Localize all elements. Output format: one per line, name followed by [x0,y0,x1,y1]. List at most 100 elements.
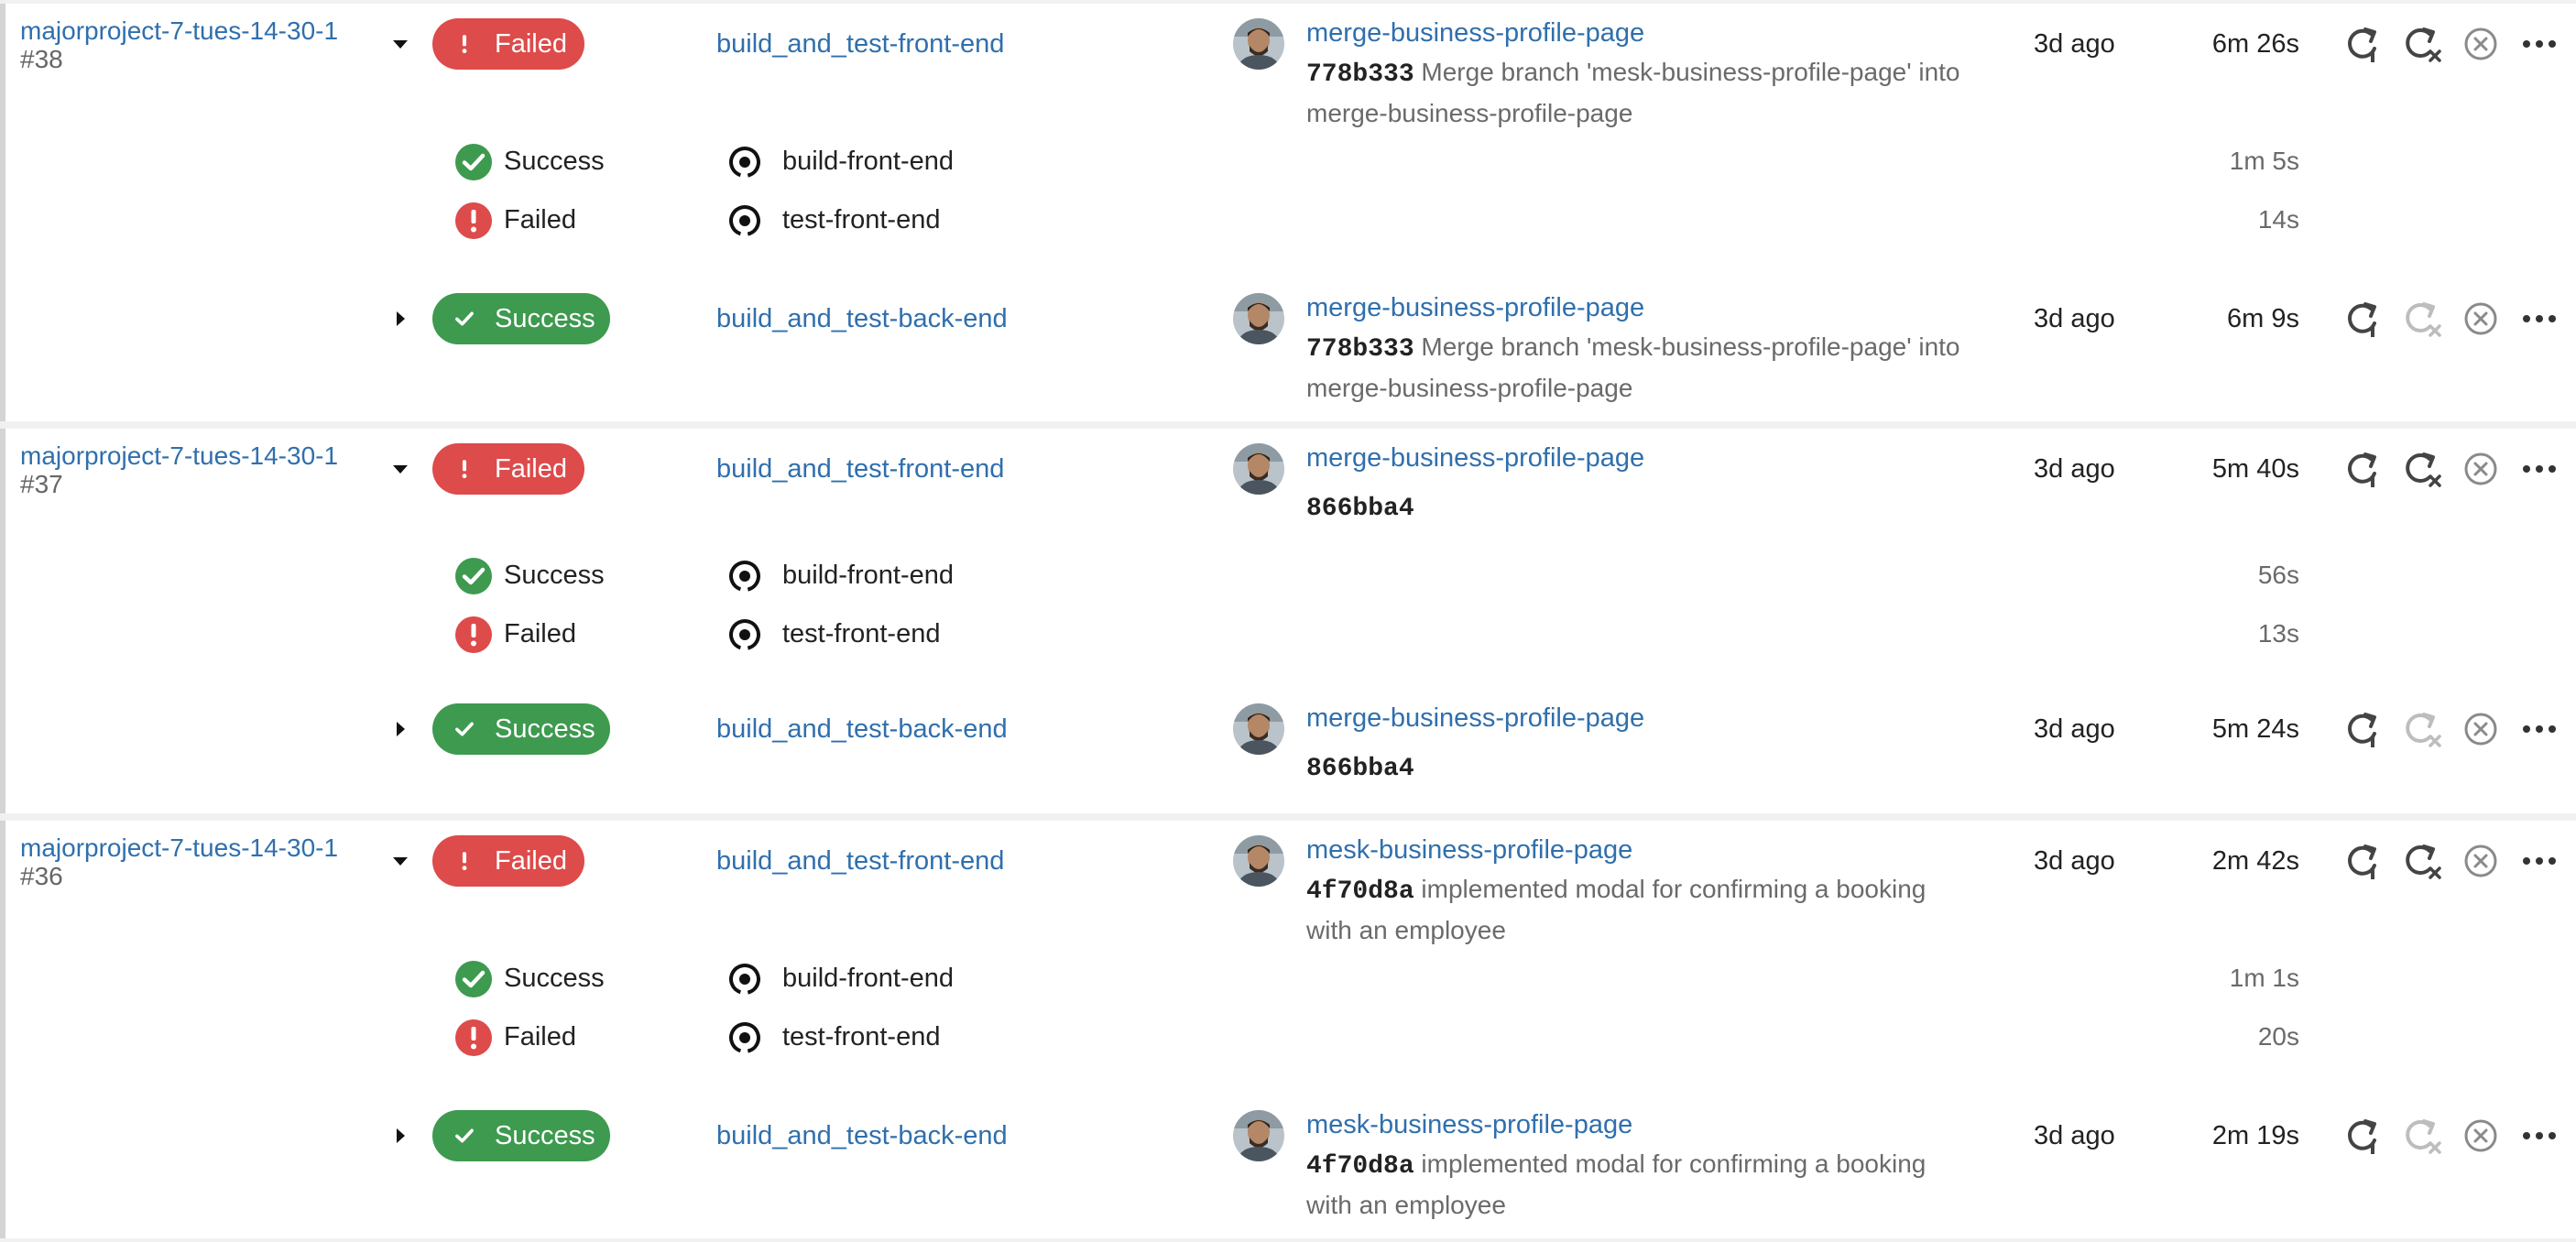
more-icon[interactable] [2519,449,2560,489]
stage-link[interactable]: test-front-end [782,205,940,235]
stage-icon [726,960,764,998]
branch-link[interactable]: merge-business-profile-page [1306,703,1644,734]
pipeline-name[interactable]: majorproject-7-tues-14-30-1 [20,833,338,862]
avatar [1233,293,1284,344]
stage-status-label: Success [504,964,605,993]
failed-status-icon [449,453,480,485]
rerun-failed-icon[interactable] [2402,709,2442,749]
front-end-status-badge[interactable]: Failed [432,835,584,887]
job-link[interactable]: build_and_test-front-end [716,846,1004,877]
chevron-down-icon[interactable] [390,459,410,479]
stage-duration: 20s [2257,1022,2299,1051]
stage-icon [726,616,764,654]
chevron-down-icon[interactable] [390,851,410,871]
job-link[interactable]: build_and_test-front-end [716,29,1004,60]
branch-link[interactable]: merge-business-profile-page [1306,18,1644,49]
back-end-status-badge[interactable]: Success [432,293,610,344]
rerun-failed-icon[interactable] [2402,841,2442,881]
commit-sha[interactable]: 778b333 [1306,335,1414,364]
success-status-icon [454,960,493,998]
rerun-failed-icon[interactable] [2402,449,2442,489]
pipeline-run-link[interactable]: majorproject-7-tues-14-30-1 #37 [20,441,350,498]
relative-time: 3d ago [2034,29,2115,59]
rerun-icon[interactable] [2343,1116,2384,1156]
stage-status-label: Success [504,561,605,590]
cancel-icon[interactable] [2461,841,2501,881]
stage-status-label: Failed [504,619,576,648]
rerun-icon[interactable] [2343,299,2384,339]
commit-sha[interactable]: 778b333 [1306,60,1414,89]
duration: 5m 40s [2211,454,2299,484]
commit-sha[interactable]: 4f70d8a [1306,1152,1414,1181]
pipeline-run-link[interactable]: majorproject-7-tues-14-30-1 #38 [20,16,350,73]
front-end-status-badge[interactable]: Failed [432,18,584,70]
failed-status-icon [454,1019,493,1057]
branch-link[interactable]: mesk-business-profile-page [1306,835,1632,866]
pipeline-number: #37 [20,470,63,498]
job-link[interactable]: build_and_test-front-end [716,454,1004,485]
commit-sha[interactable]: 4f70d8a [1306,877,1414,906]
job-link[interactable]: build_and_test-back-end [716,1121,1008,1151]
stage-icon [726,1019,764,1057]
stage-duration: 56s [2257,561,2299,589]
commit-sha[interactable]: 866bba4 [1306,755,1414,783]
branch-link[interactable]: merge-business-profile-page [1306,443,1644,474]
avatar [1233,703,1284,755]
rerun-icon[interactable] [2343,709,2384,749]
pipeline-status-label: Failed [495,845,567,876]
more-icon[interactable] [2519,299,2560,339]
pipeline-group: majorproject-7-tues-14-30-1 #38 Failed bui… [0,4,2576,421]
job-link[interactable]: build_and_test-back-end [716,304,1008,334]
caret-right-icon[interactable] [390,719,410,739]
relative-time: 3d ago [2034,1121,2115,1150]
stage-status-label: Success [504,147,605,176]
more-icon[interactable] [2519,709,2560,749]
rerun-icon[interactable] [2343,24,2384,64]
rerun-failed-icon[interactable] [2402,24,2442,64]
stage-icon [726,557,764,595]
front-end-status-badge[interactable]: Failed [432,443,584,495]
success-status-icon [449,1120,480,1151]
avatar [1233,1110,1284,1161]
branch-link[interactable]: merge-business-profile-page [1306,293,1644,323]
stage-icon [726,143,764,181]
pipeline-name[interactable]: majorproject-7-tues-14-30-1 [20,16,338,45]
cancel-icon[interactable] [2461,24,2501,64]
more-icon[interactable] [2519,841,2560,881]
duration: 5m 24s [2211,714,2299,744]
stage-link[interactable]: build-front-end [782,147,954,177]
stage-link[interactable]: test-front-end [782,619,940,649]
commit-sha[interactable]: 866bba4 [1306,495,1414,523]
back-end-status-badge[interactable]: Success [432,1110,610,1161]
more-icon[interactable] [2519,24,2560,64]
stage-link[interactable]: build-front-end [782,964,954,994]
pipeline-status-label: Failed [495,453,567,484]
cancel-icon[interactable] [2461,1116,2501,1156]
rerun-failed-icon[interactable] [2402,299,2442,339]
pipeline-run-link[interactable]: majorproject-7-tues-14-30-1 #36 [20,833,350,890]
avatar [1233,835,1284,887]
stage-link[interactable]: build-front-end [782,561,954,591]
more-icon[interactable] [2519,1116,2560,1156]
duration: 6m 26s [2211,29,2299,59]
failed-status-icon [449,845,480,877]
branch-link[interactable]: mesk-business-profile-page [1306,1110,1632,1140]
rerun-icon[interactable] [2343,449,2384,489]
caret-right-icon[interactable] [390,1126,410,1146]
cancel-icon[interactable] [2461,449,2501,489]
back-end-status-badge[interactable]: Success [432,703,610,755]
cancel-icon[interactable] [2461,709,2501,749]
rerun-failed-icon[interactable] [2402,1116,2442,1156]
stage-status-label: Failed [504,1022,576,1051]
failed-status-icon [454,616,493,654]
pipeline-name[interactable]: majorproject-7-tues-14-30-1 [20,441,338,470]
success-status-icon [449,303,480,334]
cancel-icon[interactable] [2461,299,2501,339]
stage-duration: 1m 1s [2229,964,2299,992]
chevron-down-icon[interactable] [390,34,410,54]
stage-link[interactable]: test-front-end [782,1022,940,1052]
job-link[interactable]: build_and_test-back-end [716,714,1008,745]
commit-message: 778b333 Merge branch 'mesk-business-prof… [1306,328,1966,408]
caret-right-icon[interactable] [390,309,410,329]
rerun-icon[interactable] [2343,841,2384,881]
